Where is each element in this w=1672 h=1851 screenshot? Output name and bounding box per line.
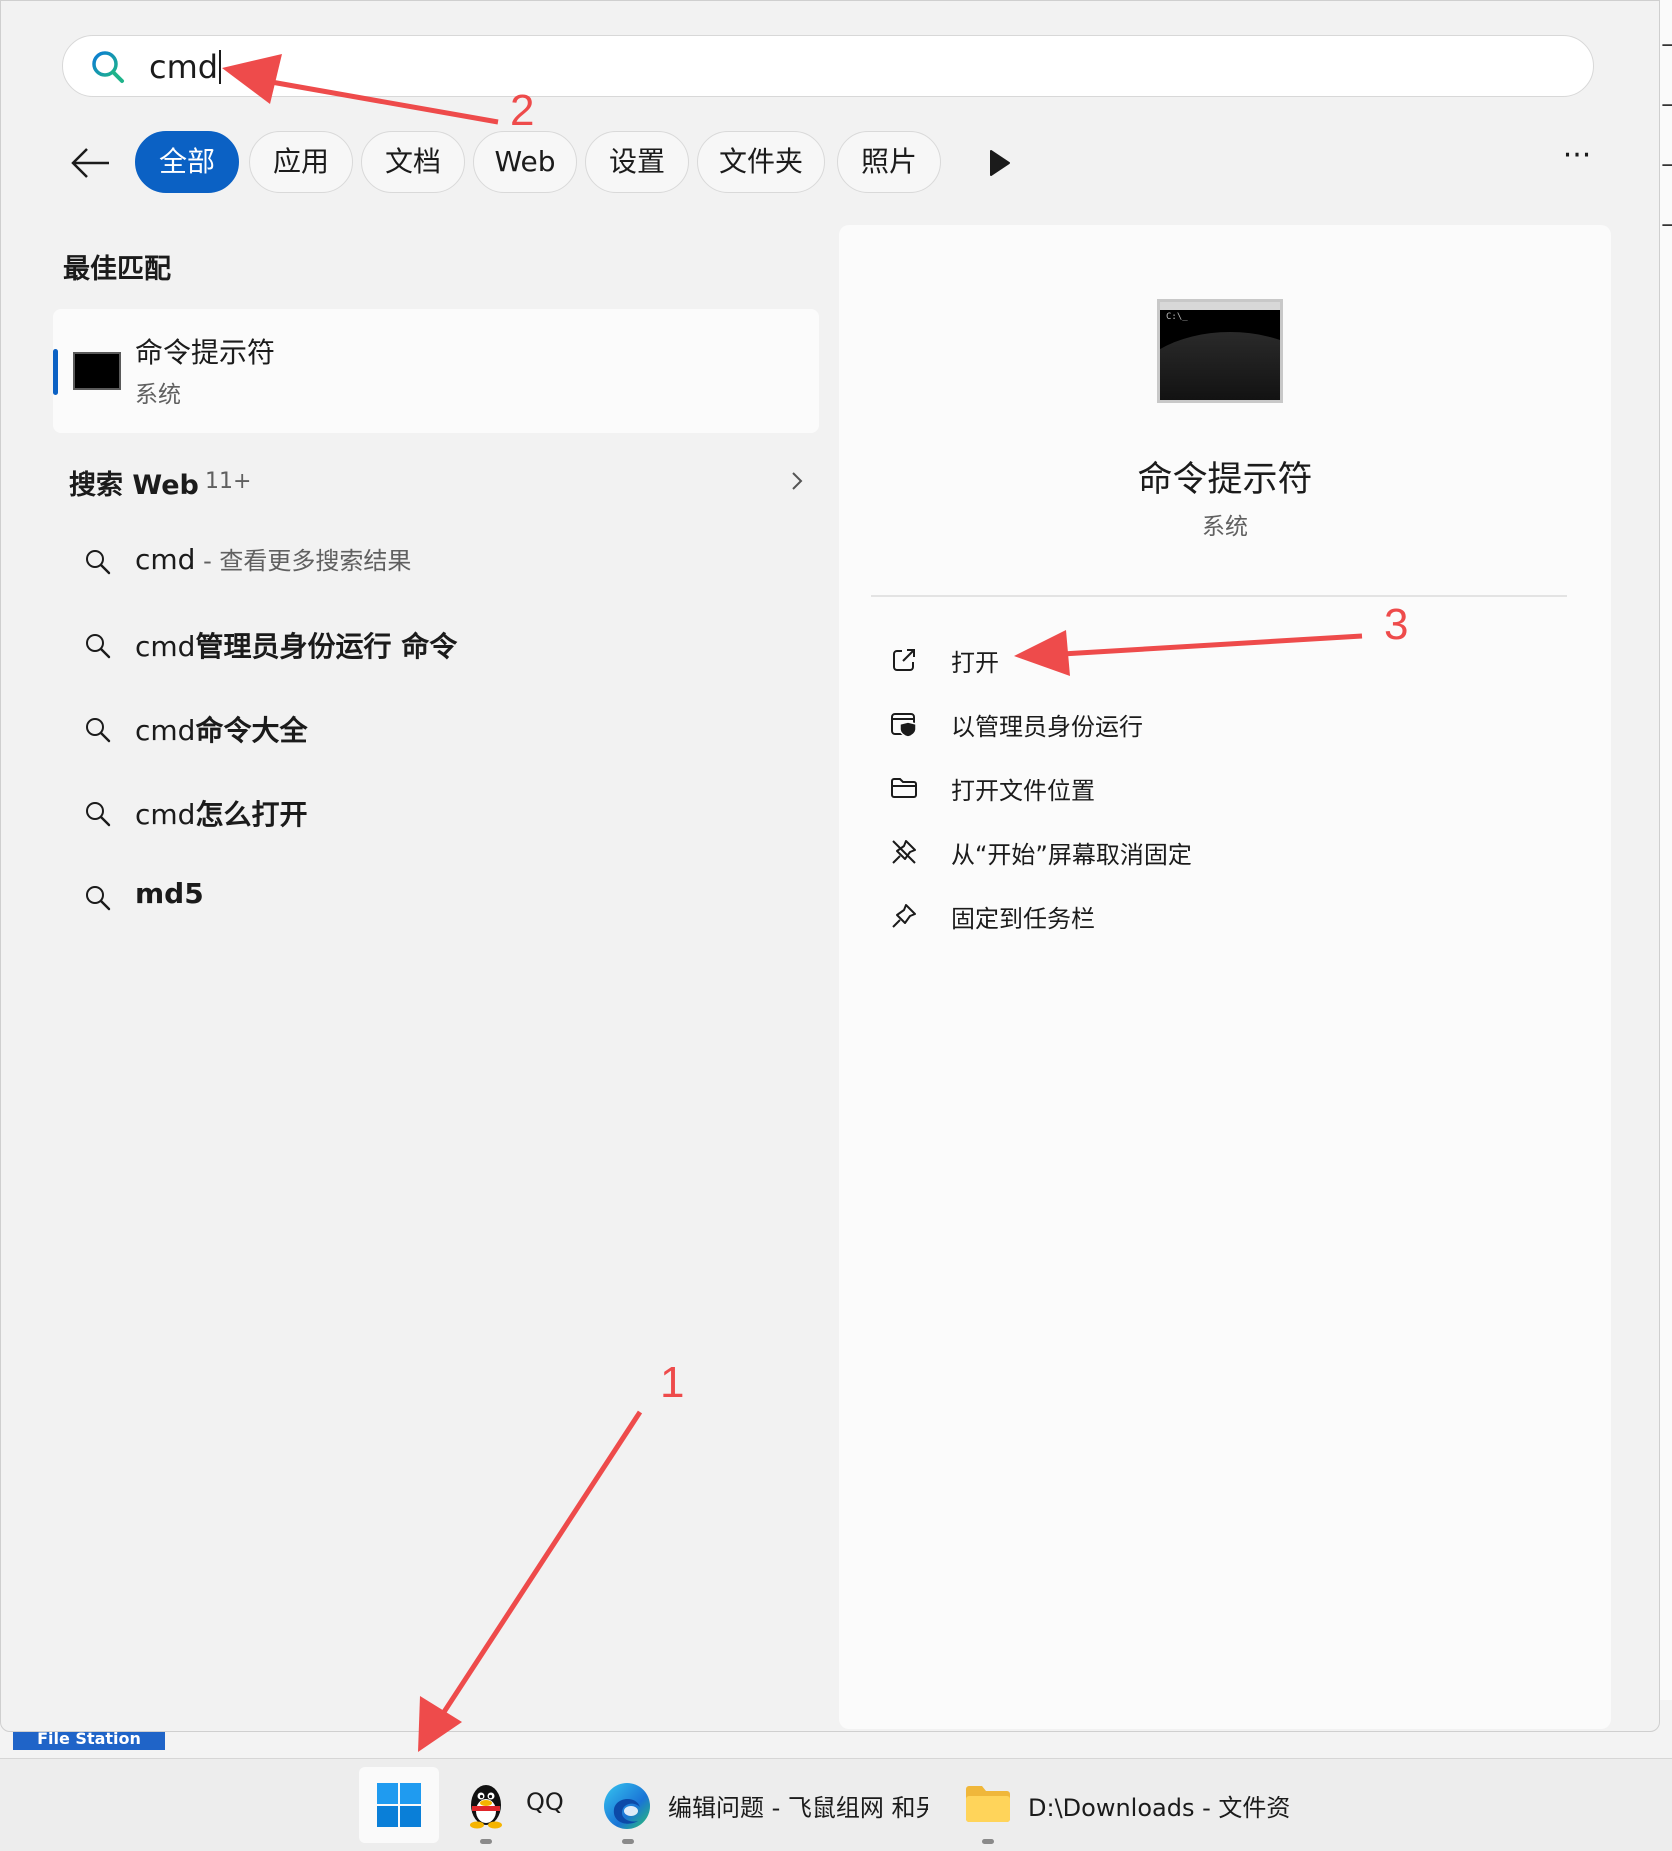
suggestion-hint: - 查看更多搜索结果 bbox=[195, 547, 412, 575]
start-button[interactable] bbox=[359, 1767, 439, 1843]
suggestion-text: cmd怎么打开 bbox=[135, 793, 307, 833]
pin-icon bbox=[892, 904, 916, 928]
open-external-icon bbox=[893, 649, 915, 671]
background-window-edge bbox=[1660, 0, 1672, 1850]
best-match-heading: 最佳匹配 bbox=[63, 254, 171, 285]
action-label: 从“开始”屏幕取消固定 bbox=[951, 841, 1192, 869]
web-suggestion-item[interactable]: cmd怎么打开 bbox=[69, 779, 809, 849]
command-prompt-large-icon: C:\_ bbox=[1157, 299, 1283, 403]
folder-icon bbox=[891, 778, 917, 798]
search-icon bbox=[86, 634, 111, 659]
search-icon bbox=[86, 886, 111, 911]
preview-app-type: 系统 bbox=[1202, 514, 1248, 540]
suggestion-bold: 命令大全 bbox=[195, 714, 308, 747]
taskbar-item-label: 编辑问题 - 飞鼠组网 和另 bbox=[668, 1794, 928, 1822]
annotation-step-3: 3 bbox=[1384, 600, 1409, 649]
unpin-icon bbox=[892, 840, 916, 864]
tab-web[interactable]: Web bbox=[473, 131, 577, 193]
back-arrow-icon[interactable] bbox=[61, 131, 125, 195]
running-indicator bbox=[480, 1839, 492, 1844]
suggestion-bold: 怎么打开 bbox=[195, 798, 308, 831]
running-indicator bbox=[982, 1839, 994, 1844]
action-label: 以管理员身份运行 bbox=[951, 713, 1143, 741]
taskbar-item-edge[interactable]: 编辑问题 - 飞鼠组网 和另 bbox=[600, 1759, 930, 1851]
action-label: 打开文件位置 bbox=[951, 777, 1095, 805]
edge-browser-icon bbox=[604, 1783, 650, 1829]
suggestion-bold: 管理员身份运行 命令 bbox=[195, 630, 458, 663]
search-query: cmd bbox=[149, 48, 219, 86]
tab-photos[interactable]: 照片 bbox=[837, 131, 941, 193]
suggestion-bold: md5 bbox=[135, 877, 204, 910]
start-search-panel: cmd 全部 应用 文档 Web 设置 文件夹 照片 ··· 最佳匹配 命令提示… bbox=[0, 0, 1660, 1732]
tab-settings[interactable]: 设置 bbox=[585, 131, 689, 193]
search-box[interactable]: cmd bbox=[62, 35, 1594, 97]
web-suggestion-item[interactable]: cmd命令大全 bbox=[69, 695, 809, 765]
search-icon bbox=[92, 51, 124, 83]
selection-indicator bbox=[53, 349, 58, 395]
action-label: 固定到任务栏 bbox=[951, 905, 1095, 933]
more-options-button[interactable]: ··· bbox=[1555, 141, 1599, 185]
taskbar-item-file-explorer[interactable]: D:\Downloads - 文件资源 bbox=[962, 1759, 1292, 1851]
annotation-step-2: 2 bbox=[510, 86, 535, 135]
action-label: 打开 bbox=[951, 649, 999, 677]
search-web-header[interactable]: 搜索 Web 11+ bbox=[69, 463, 809, 503]
more-filters-arrow-icon[interactable] bbox=[981, 145, 1017, 181]
action-pin-to-taskbar[interactable]: 固定到任务栏 bbox=[889, 887, 1489, 943]
action-run-as-admin[interactable]: 以管理员身份运行 bbox=[889, 695, 1489, 751]
qq-penguin-icon bbox=[470, 1785, 502, 1829]
action-open-file-location[interactable]: 打开文件位置 bbox=[889, 759, 1489, 815]
shield-admin-icon bbox=[891, 713, 917, 738]
suggestion-text: cmd - 查看更多搜索结果 bbox=[135, 541, 411, 576]
suggestion-prefix: cmd bbox=[135, 714, 196, 747]
best-match-name: 命令提示符 bbox=[135, 336, 276, 369]
text-caret bbox=[219, 50, 222, 84]
search-web-heading: 搜索 Web bbox=[69, 470, 199, 501]
divider bbox=[871, 595, 1567, 597]
filter-bar: 全部 应用 文档 Web 设置 文件夹 照片 ··· bbox=[61, 131, 1621, 195]
app-preview-pane: C:\_ 命令提示符 系统 打开 以管理员身份运行 打开文件位置 从“开始”屏幕… bbox=[839, 225, 1611, 1729]
web-suggestion-item[interactable]: cmd - 查看更多搜索结果 bbox=[69, 527, 809, 597]
best-match-type: 系统 bbox=[135, 382, 181, 408]
tab-folders[interactable]: 文件夹 bbox=[697, 131, 825, 193]
action-unpin-from-start[interactable]: 从“开始”屏幕取消固定 bbox=[889, 823, 1489, 879]
file-explorer-icon bbox=[966, 1786, 1010, 1822]
search-icon bbox=[86, 802, 111, 827]
taskbar-item-qq[interactable]: QQ bbox=[456, 1759, 576, 1851]
tab-documents[interactable]: 文档 bbox=[361, 131, 465, 193]
taskbar: QQ 编辑问题 - 飞鼠组网 和另 D:\Downloads - 文件资源 bbox=[0, 1758, 1672, 1851]
background-text-glyph: ⊣ bbox=[1660, 32, 1672, 60]
running-indicator bbox=[622, 1839, 634, 1844]
annotation-step-1: 1 bbox=[660, 1358, 685, 1407]
search-input[interactable]: cmd bbox=[149, 46, 222, 88]
suggestion-text: cmd命令大全 bbox=[135, 709, 307, 749]
taskbar-item-label: D:\Downloads - 文件资源 bbox=[1028, 1794, 1290, 1822]
search-web-count: 11+ bbox=[205, 469, 252, 494]
chevron-right-icon bbox=[792, 472, 803, 490]
suggestion-prefix: cmd bbox=[135, 543, 196, 576]
command-prompt-icon bbox=[73, 352, 121, 390]
background-text-glyph: ⊣ bbox=[1660, 152, 1672, 180]
web-suggestion-item[interactable]: md5 bbox=[69, 863, 809, 933]
taskbar-item-label: QQ bbox=[526, 1788, 564, 1816]
background-text-glyph: ⊣ bbox=[1660, 92, 1672, 120]
best-match-result[interactable]: 命令提示符 系统 bbox=[53, 309, 819, 433]
background-text-glyph: ⊣ bbox=[1660, 212, 1672, 240]
suggestion-prefix: cmd bbox=[135, 630, 196, 663]
preview-app-name: 命令提示符 bbox=[1137, 460, 1313, 500]
windows-start-icon bbox=[377, 1783, 421, 1827]
search-icon bbox=[86, 550, 111, 575]
tab-all[interactable]: 全部 bbox=[135, 131, 239, 193]
tab-apps[interactable]: 应用 bbox=[249, 131, 353, 193]
suggestion-text: cmd管理员身份运行 命令 bbox=[135, 625, 457, 665]
suggestion-prefix: cmd bbox=[135, 798, 196, 831]
search-icon bbox=[86, 718, 111, 743]
web-suggestion-item[interactable]: cmd管理员身份运行 命令 bbox=[69, 611, 809, 681]
suggestion-text: md5 bbox=[135, 877, 204, 910]
